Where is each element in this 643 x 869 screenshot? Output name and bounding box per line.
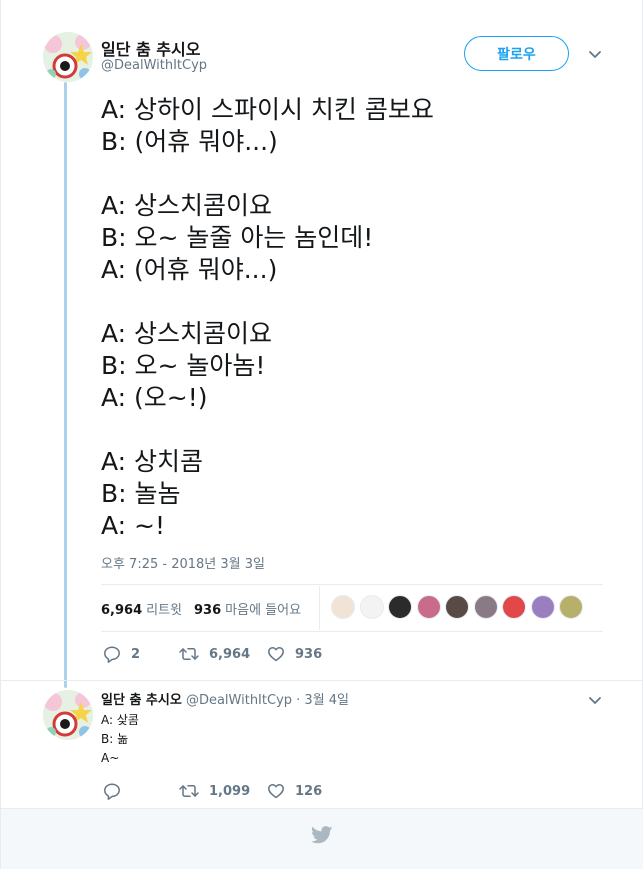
display-name[interactable]: 일단 춤 추시오 [101, 36, 200, 60]
tweet-text-gap [101, 414, 601, 446]
heart-icon [268, 783, 284, 799]
chevron-down-icon[interactable] [587, 46, 603, 62]
tweet-card: 일단 춤 추시오 @DealWithItCyp 팔로우 A: 상하이 스파이시 … [0, 0, 643, 869]
chevron-down-icon[interactable] [587, 692, 603, 708]
like-stat-label: 마음에 들어요 [225, 602, 302, 618]
retweet-stat[interactable]: 6,964 리트윗 [101, 599, 182, 618]
liker-avatar[interactable] [416, 595, 441, 619]
thread-connector-line [64, 82, 67, 688]
tweet-text-line: A: 상하이 스파이시 치킨 콤보요 [101, 95, 434, 124]
like-count: 936 [295, 646, 323, 662]
reply-text-line: A: 샂콤 [101, 713, 139, 727]
tweet-text-line: A: (오~!) [101, 383, 208, 412]
reply-header: 일단 춤 추시오 @DealWithItCyp · 3월 4일 [101, 689, 349, 708]
user-handle[interactable]: @DealWithItCyp [101, 58, 207, 73]
reply-handle[interactable]: @DealWithItCyp [186, 693, 292, 708]
divider [1, 680, 643, 681]
reply-count: 2 [131, 646, 141, 662]
liker-avatar[interactable] [331, 595, 355, 619]
like-stat[interactable]: 936 마음에 들어요 [194, 599, 301, 618]
tweet-text-line: A: ~! [101, 511, 166, 540]
liker-avatar[interactable] [530, 595, 555, 619]
tweet-text-line: B: (어휴 뭐야...) [101, 127, 278, 156]
tweet-text-line: A: 상치콤 [101, 447, 204, 476]
retweet-count: 1,099 [209, 783, 251, 799]
liker-avatar[interactable] [502, 595, 526, 619]
liker-avatar[interactable] [445, 595, 469, 619]
tweet-stats: 6,964 리트윗 936 마음에 들어요 [101, 596, 313, 620]
tweet-text-gap [101, 158, 601, 190]
tweet-text-line: A: 상스치콤이요 [101, 319, 273, 348]
avatar[interactable] [43, 32, 93, 82]
tweet-text-line: B: 놀놈 [101, 479, 181, 508]
retweet-stat-label: 리트윗 [146, 602, 183, 618]
reply-display-name[interactable]: 일단 춤 추시오 [101, 693, 182, 708]
like-button[interactable]: 126 [267, 782, 322, 800]
reply-tweet-text: A: 샂콤 B: 놂 A~ [101, 711, 139, 768]
reply-actions: 1,099 126 [103, 782, 322, 800]
liker-avatar[interactable] [388, 595, 412, 619]
retweet-button[interactable]: 1,099 [179, 782, 267, 800]
tweet-text-gap [101, 286, 601, 318]
liker-avatar[interactable] [559, 595, 583, 619]
like-count: 126 [295, 783, 323, 799]
liker-avatar[interactable] [359, 595, 384, 619]
reply-button[interactable] [103, 782, 179, 800]
retweet-icon [179, 784, 199, 798]
reply-avatar[interactable] [43, 690, 93, 740]
retweet-icon [179, 647, 199, 661]
reply-icon [104, 646, 120, 663]
divider [101, 631, 603, 632]
tweet-text-line: B: 오~ 놀아놈! [101, 351, 266, 380]
avatar-image [43, 690, 93, 740]
retweet-button[interactable]: 6,964 [179, 645, 267, 663]
tweet-text-line: B: 오~ 놀줄 아는 놈인데! [101, 223, 374, 252]
heart-icon [268, 646, 284, 662]
stats-divider [319, 586, 320, 630]
like-button[interactable]: 936 [267, 645, 322, 663]
avatar-image [43, 32, 93, 82]
tweet-text-line: A: 상스치콤이요 [101, 191, 273, 220]
tweet-text: A: 상하이 스파이시 치킨 콤보요 B: (어휴 뭐야...) A: 상스치콤… [101, 94, 601, 542]
like-stat-count: 936 [194, 602, 222, 618]
reply-text-line: A~ [101, 751, 120, 765]
tweet-timestamp[interactable]: 오후 7:25 - 2018년 3월 3일 [101, 553, 265, 572]
follow-button[interactable]: 팔로우 [464, 36, 569, 71]
reply-icon [104, 783, 120, 800]
reply-text-line: B: 놂 [101, 732, 129, 746]
retweet-count: 6,964 [209, 646, 251, 662]
twitter-bird-icon[interactable] [311, 826, 333, 844]
tweet-actions: 2 6,964 936 [103, 645, 322, 663]
reply-button[interactable]: 2 [103, 645, 179, 663]
divider [101, 584, 603, 585]
liker-avatar[interactable] [473, 595, 498, 619]
liker-avatars [331, 595, 588, 619]
tweet-text-line: A: (어휴 뭐야...) [101, 255, 278, 284]
reply-date[interactable]: · 3월 4일 [296, 693, 349, 708]
retweet-stat-count: 6,964 [101, 602, 143, 618]
